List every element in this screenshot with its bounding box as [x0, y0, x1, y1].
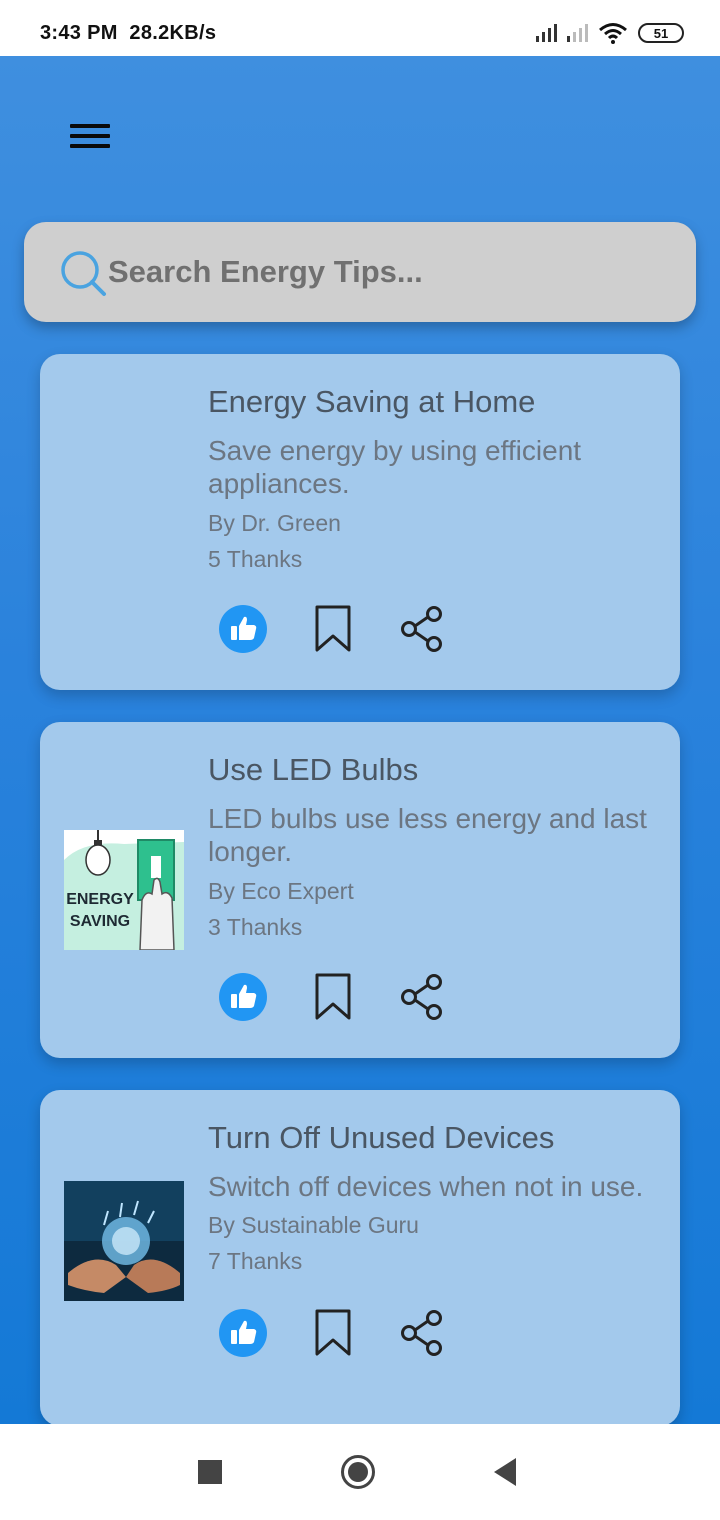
bookmark-icon	[315, 1309, 351, 1356]
home-icon[interactable]	[340, 1454, 376, 1490]
tip-title: Use LED Bulbs	[208, 752, 419, 787]
thumbs-up-icon	[219, 1309, 267, 1357]
signal-secondary-icon	[567, 24, 588, 42]
status-time: 3:43 PM 28.2KB/s	[40, 22, 216, 45]
tip-author: By Eco Expert	[208, 878, 354, 904]
share-button[interactable]	[398, 972, 448, 1022]
tip-description: Save energy by using efficient appliance…	[208, 435, 582, 499]
search-icon	[61, 251, 106, 296]
bookmark-button[interactable]	[308, 1308, 358, 1358]
thumbs-up-icon	[219, 973, 267, 1021]
like-button[interactable]	[218, 1308, 268, 1358]
tip-image	[64, 1181, 184, 1301]
signal-icon	[536, 24, 557, 42]
share-icon	[401, 974, 442, 1020]
bookmark-icon	[315, 605, 351, 652]
tip-author: By Sustainable Guru	[208, 1212, 419, 1238]
share-button[interactable]	[398, 604, 448, 654]
app-content: Energy Saving at Home Save energy by usi…	[0, 56, 720, 1426]
search-input[interactable]	[108, 250, 668, 294]
status-bar: 3:43 PM 28.2KB/s 51	[0, 0, 720, 56]
back-icon[interactable]	[494, 1458, 518, 1486]
wifi-icon	[599, 23, 627, 44]
system-nav-bar	[0, 1424, 720, 1520]
tip-author: By Dr. Green	[208, 510, 341, 536]
image-caption-saving: SAVING	[70, 913, 130, 930]
tip-thanks: 3 Thanks	[208, 914, 303, 940]
search-bar[interactable]	[24, 222, 696, 322]
thumbs-up-icon	[219, 605, 267, 653]
bookmark-button[interactable]	[308, 972, 358, 1022]
tip-description: LED bulbs use less energy and last longe…	[208, 803, 647, 867]
share-icon	[401, 606, 442, 652]
tip-description: Switch off devices when not in use.	[208, 1171, 644, 1202]
image-caption-energy: ENERGY	[66, 891, 134, 908]
status-clock: 3:43 PM	[40, 22, 118, 44]
like-button[interactable]	[218, 972, 268, 1022]
share-button[interactable]	[398, 1308, 448, 1358]
tip-title: Energy Saving at Home	[208, 384, 536, 419]
battery-icon: 51	[638, 23, 684, 43]
tip-card[interactable]: ENERGY SAVING Use LED Bulbs LED bulbs us…	[40, 722, 680, 1058]
tip-card[interactable]: Energy Saving at Home Save energy by usi…	[40, 354, 680, 690]
tip-card[interactable]: Turn Off Unused Devices Switch off devic…	[40, 1090, 680, 1426]
like-button[interactable]	[218, 604, 268, 654]
tip-actions	[218, 604, 448, 654]
tip-title: Turn Off Unused Devices	[208, 1120, 555, 1155]
tip-thanks: 7 Thanks	[208, 1248, 303, 1274]
bookmark-icon	[315, 973, 351, 1020]
bookmark-button[interactable]	[308, 604, 358, 654]
tip-actions	[218, 972, 448, 1022]
tip-thanks: 5 Thanks	[208, 546, 303, 572]
hamburger-menu-icon[interactable]	[70, 124, 110, 154]
status-network-speed: 28.2KB/s	[129, 22, 217, 44]
share-icon	[401, 1310, 442, 1356]
battery-level: 51	[653, 25, 669, 41]
tip-image: ENERGY SAVING	[64, 830, 184, 950]
status-icons: 51	[536, 22, 684, 44]
recent-apps-icon[interactable]	[198, 1460, 222, 1484]
tip-actions	[218, 1308, 448, 1358]
